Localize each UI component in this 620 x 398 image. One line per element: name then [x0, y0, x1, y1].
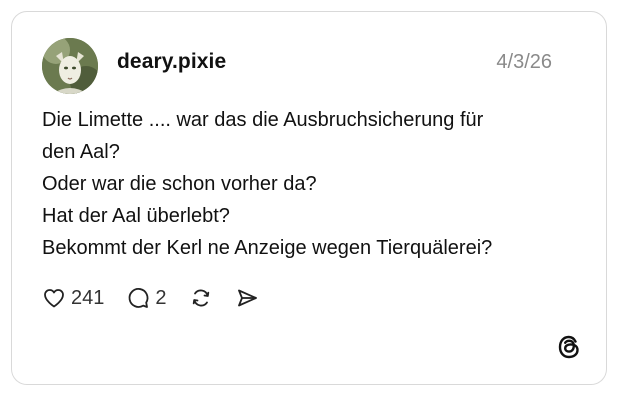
post-text-line: Hat der Aal überlebt?: [42, 205, 230, 227]
post-text-line: den Aal?: [42, 141, 120, 163]
repost-icon: [192, 289, 209, 307]
threads-logo-icon: [554, 332, 584, 362]
post-text-line: Oder war die schon vorher da?: [42, 173, 317, 195]
like-count: 241: [71, 286, 105, 309]
share-button[interactable]: [235, 286, 259, 310]
post-card: deary.pixie 4/3/26 Die Limette .... war …: [11, 11, 607, 385]
post-date: 4/3/26: [496, 51, 552, 73]
username[interactable]: deary.pixie: [117, 50, 226, 74]
avatar[interactable]: [42, 38, 98, 94]
post-text-line: Die Limette .... war das die Ausbruchsic…: [42, 109, 484, 131]
reply-count: 2: [155, 286, 167, 309]
send-icon: [237, 289, 257, 307]
repost-button[interactable]: [189, 286, 213, 310]
comment-icon: [129, 288, 149, 308]
like-button[interactable]: 241: [42, 286, 104, 310]
avatar-image: [42, 38, 98, 94]
heart-icon: [44, 289, 64, 308]
reply-button[interactable]: 2: [126, 286, 167, 310]
post-text: Die Limette .... war das die Ausbruchsic…: [42, 104, 582, 264]
post-text-line: Bekommt der Kerl ne Anzeige wegen Tierqu…: [42, 237, 493, 259]
action-bar: 241 2: [42, 283, 281, 313]
